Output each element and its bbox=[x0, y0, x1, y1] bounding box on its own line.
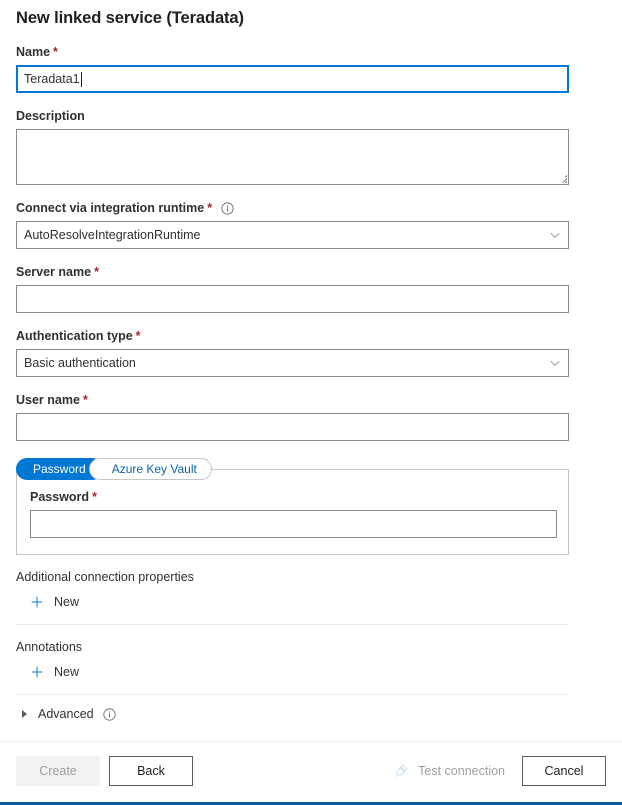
password-label-text: Password bbox=[30, 489, 89, 505]
integration-runtime-label-text: Connect via integration runtime bbox=[16, 200, 204, 216]
divider bbox=[16, 694, 569, 695]
create-button-label: Create bbox=[39, 764, 77, 778]
tab-password-label: Password bbox=[33, 462, 86, 476]
field-integration-runtime: Connect via integration runtime * AutoRe… bbox=[16, 200, 606, 249]
password-label: Password * bbox=[30, 489, 555, 505]
name-label: Name * bbox=[16, 44, 606, 60]
back-button-label: Back bbox=[137, 764, 165, 778]
description-label: Description bbox=[16, 108, 606, 124]
create-button[interactable]: Create bbox=[16, 756, 100, 786]
field-description: Description bbox=[16, 108, 606, 185]
authentication-type-label: Authentication type * bbox=[16, 328, 606, 344]
password-input[interactable] bbox=[30, 510, 557, 538]
name-required-asterisk: * bbox=[53, 44, 58, 60]
annotations-label: Annotations bbox=[16, 639, 606, 655]
server-name-input[interactable] bbox=[16, 285, 569, 313]
integration-runtime-value: AutoResolveIntegrationRuntime bbox=[24, 228, 201, 242]
advanced-label: Advanced bbox=[38, 707, 94, 721]
authentication-type-value: Basic authentication bbox=[24, 356, 136, 370]
password-required-asterisk: * bbox=[92, 489, 97, 505]
additional-connection-properties-label: Additional connection properties bbox=[16, 569, 606, 585]
name-input-value: Teradata1 bbox=[24, 66, 80, 92]
section-additional-connection-properties: Additional connection properties New bbox=[16, 569, 606, 625]
form-scroll-area: New linked service (Teradata) Name * Ter… bbox=[0, 0, 622, 747]
integration-runtime-dropdown[interactable]: AutoResolveIntegrationRuntime bbox=[16, 221, 569, 249]
section-annotations: Annotations New bbox=[16, 639, 606, 695]
server-name-label: Server name * bbox=[16, 264, 606, 280]
add-connection-property-button[interactable]: New bbox=[30, 591, 79, 613]
integration-runtime-label: Connect via integration runtime * bbox=[16, 200, 606, 216]
cancel-button[interactable]: Cancel bbox=[522, 756, 606, 786]
server-name-required-asterisk: * bbox=[94, 264, 99, 280]
credential-pivot: Azure Key Vault Password bbox=[16, 458, 606, 480]
page-title: New linked service (Teradata) bbox=[16, 0, 606, 29]
add-connection-property-label: New bbox=[54, 595, 79, 609]
description-textarea[interactable] bbox=[16, 129, 569, 185]
add-annotation-button[interactable]: New bbox=[30, 661, 79, 683]
name-input[interactable]: Teradata1 bbox=[16, 65, 569, 93]
field-user-name: User name * bbox=[16, 392, 606, 441]
user-name-label: User name * bbox=[16, 392, 606, 408]
divider bbox=[16, 624, 569, 625]
field-name: Name * Teradata1 bbox=[16, 44, 606, 93]
name-label-text: Name bbox=[16, 44, 50, 60]
back-button[interactable]: Back bbox=[109, 756, 193, 786]
authentication-type-required-asterisk: * bbox=[136, 328, 141, 344]
field-server-name: Server name * bbox=[16, 264, 606, 313]
footer-action-bar: Create Back Test connection Cancel bbox=[0, 741, 622, 799]
test-connection-button[interactable]: Test connection bbox=[394, 763, 505, 778]
triangle-right-icon bbox=[22, 710, 27, 718]
description-label-text: Description bbox=[16, 108, 85, 124]
resize-grip-icon[interactable] bbox=[556, 172, 567, 183]
user-name-input[interactable] bbox=[16, 413, 569, 441]
info-icon[interactable] bbox=[103, 708, 116, 721]
server-name-label-text: Server name bbox=[16, 264, 91, 280]
chevron-down-icon bbox=[549, 229, 561, 241]
add-annotation-label: New bbox=[54, 665, 79, 679]
user-name-required-asterisk: * bbox=[83, 392, 88, 408]
new-linked-service-panel: New linked service (Teradata) Name * Ter… bbox=[0, 0, 622, 805]
tab-azure-key-vault-label: Azure Key Vault bbox=[112, 462, 197, 476]
authentication-type-dropdown[interactable]: Basic authentication bbox=[16, 349, 569, 377]
chevron-down-icon bbox=[549, 357, 561, 369]
info-icon[interactable] bbox=[221, 202, 234, 215]
user-name-label-text: User name bbox=[16, 392, 80, 408]
cancel-button-label: Cancel bbox=[545, 764, 584, 778]
plus-icon bbox=[30, 665, 44, 679]
tab-azure-key-vault[interactable]: Azure Key Vault bbox=[89, 458, 212, 480]
field-authentication-type: Authentication type * Basic authenticati… bbox=[16, 328, 606, 377]
plus-icon bbox=[30, 595, 44, 609]
test-connection-label: Test connection bbox=[418, 764, 505, 778]
text-caret bbox=[81, 72, 82, 87]
plug-icon bbox=[394, 763, 409, 778]
authentication-type-label-text: Authentication type bbox=[16, 328, 133, 344]
advanced-section-toggle[interactable]: Advanced bbox=[16, 707, 116, 721]
password-panel: Password * bbox=[16, 469, 569, 555]
integration-runtime-required-asterisk: * bbox=[207, 200, 212, 216]
